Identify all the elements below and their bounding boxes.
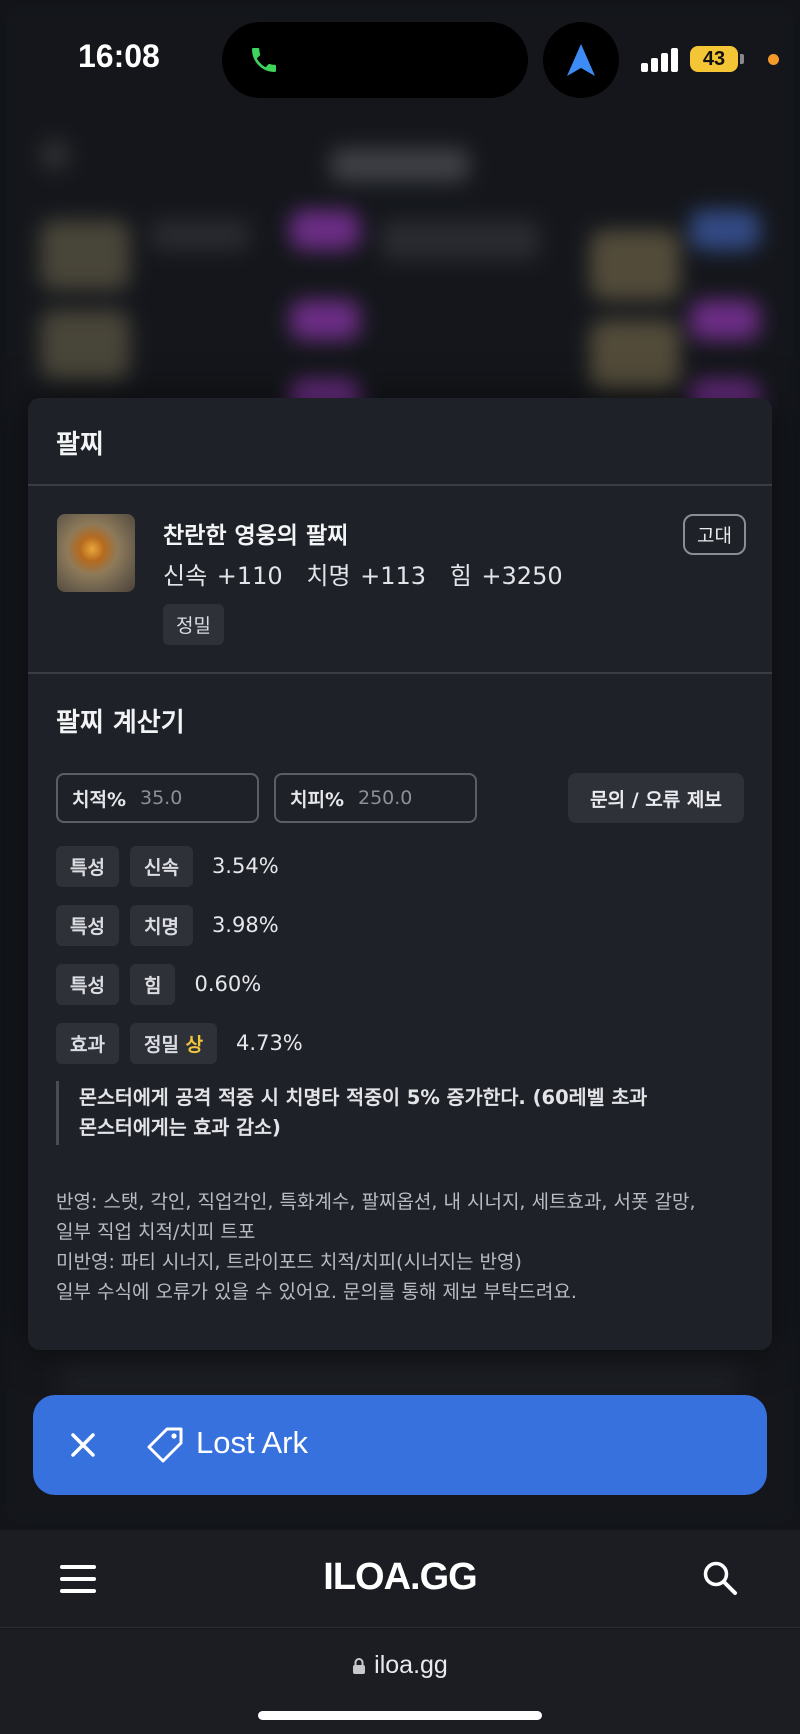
note-line: 일부 수식에 오류가 있을 수 있어요. 문의를 통해 제보 부탁드려요.	[56, 1281, 577, 1303]
calc-row-pct: 4.73%	[236, 1031, 303, 1055]
calc-row-name-with-grade: 정밀 상	[129, 1022, 218, 1064]
effect-description-line: 몬스터에게는 효과 감소)	[79, 1116, 281, 1139]
dynamic-island	[222, 22, 528, 98]
url-display[interactable]: iloa.gg	[0, 1651, 800, 1680]
calc-row-type: 특성	[56, 963, 119, 1005]
calc-row-type: 효과	[56, 1022, 119, 1064]
calc-row-pct: 0.60%	[194, 972, 262, 996]
calc-row-pct: 3.54%	[211, 854, 279, 878]
crit-rate-placeholder: 35.0	[140, 787, 183, 809]
topic-chip[interactable]: Lost Ark	[33, 1395, 767, 1495]
url-text: iloa.gg	[374, 1651, 448, 1679]
calc-row-name: 신속	[129, 845, 193, 887]
calc-row: 특성 신속 3.54%	[56, 845, 744, 887]
effect-description-line: 몬스터에게 공격 적중 시 치명타 적중이 5% 증가한다. (60레벨 초과	[79, 1086, 648, 1109]
search-icon[interactable]	[700, 1558, 740, 1598]
battery-indicator: 43	[690, 46, 738, 72]
item-summary: 찬란한 영웅의 팔찌 신속 +110 치명 +113 힘 +3250 고대 정밀	[28, 486, 772, 674]
calc-row-pct: 3.98%	[211, 913, 279, 937]
item-stats: 신속 +110 치명 +113 힘 +3250	[163, 556, 577, 591]
calculator-inputs: 치적% 35.0 치피% 250.0 문의 / 오류 제보	[56, 773, 744, 823]
crit-rate-label: 치적%	[72, 788, 126, 811]
status-bar: 16:08 43	[0, 0, 800, 120]
effect-grade-label: 상	[185, 1033, 204, 1056]
bracelet-modal: 팔찌 찬란한 영웅의 팔찌 신속 +110 치명 +113 힘 +3250 고대…	[28, 398, 772, 1350]
calc-row-type: 특성	[56, 904, 119, 946]
report-error-button[interactable]: 문의 / 오류 제보	[568, 773, 744, 823]
lock-icon	[353, 1658, 366, 1674]
bracelet-calculator: 팔찌 계산기 치적% 35.0 치피% 250.0 문의 / 오류 제보 특성 …	[28, 674, 772, 1307]
calc-row: 특성 힘 0.60%	[56, 963, 744, 1005]
calculator-title: 팔찌 계산기	[56, 708, 185, 738]
item-stat: 치명 +113	[306, 562, 427, 590]
status-time: 16:08	[78, 38, 160, 74]
home-indicator[interactable]	[258, 1711, 542, 1720]
navigation-arrow-icon	[567, 44, 595, 76]
bracelet-item-icon	[57, 514, 135, 592]
calc-row: 특성 치명 3.98%	[56, 904, 744, 946]
crit-damage-input[interactable]: 치피% 250.0	[274, 773, 477, 823]
calculator-notes: 반영: 스탯, 각인, 직업각인, 특화계수, 팔찌옵션, 내 시너지, 세트효…	[56, 1187, 744, 1307]
navigation-indicator	[543, 22, 619, 98]
crit-damage-label: 치피%	[290, 788, 344, 811]
effect-description: 몬스터에게 공격 적중 시 치명타 적중이 5% 증가한다. (60레벨 초과 …	[56, 1081, 744, 1145]
item-stat: 신속 +110	[163, 562, 283, 590]
note-line: 일부 직업 치적/치피 트포	[56, 1221, 256, 1243]
tag-icon	[147, 1427, 183, 1463]
battery-tip	[740, 54, 744, 64]
note-line: 미반영: 파티 시너지, 트라이포드 치적/치피(시너지는 반영)	[56, 1251, 522, 1273]
site-logo[interactable]: ILOA.GG	[0, 1556, 800, 1599]
note-line: 반영: 스탯, 각인, 직업각인, 특화계수, 팔찌옵션, 내 시너지, 세트효…	[56, 1191, 696, 1213]
calc-row-type: 특성	[56, 845, 119, 887]
calc-row-name: 치명	[129, 904, 193, 946]
phone-call-icon	[252, 48, 276, 72]
modal-header: 팔찌	[28, 398, 772, 486]
crit-rate-input[interactable]: 치적% 35.0	[56, 773, 259, 823]
calc-row-effect: 효과 정밀 상 4.73%	[56, 1022, 744, 1064]
chip-label: Lost Ark	[196, 1425, 308, 1460]
item-effect-tag: 정밀	[163, 604, 224, 645]
grade-badge: 고대	[683, 514, 746, 555]
close-icon[interactable]	[65, 1427, 101, 1463]
modal-title: 팔찌	[56, 430, 104, 460]
calc-row-name: 정밀	[143, 1033, 179, 1056]
item-stat: 힘 +3250	[449, 562, 563, 590]
crit-damage-placeholder: 250.0	[358, 787, 413, 809]
privacy-dot	[768, 54, 779, 65]
cellular-signal-icon	[641, 46, 681, 72]
site-navigation-bar: ILOA.GG	[0, 1530, 800, 1628]
calc-row-name: 힘	[129, 963, 176, 1005]
item-name: 찬란한 영웅의 팔찌	[163, 523, 349, 549]
